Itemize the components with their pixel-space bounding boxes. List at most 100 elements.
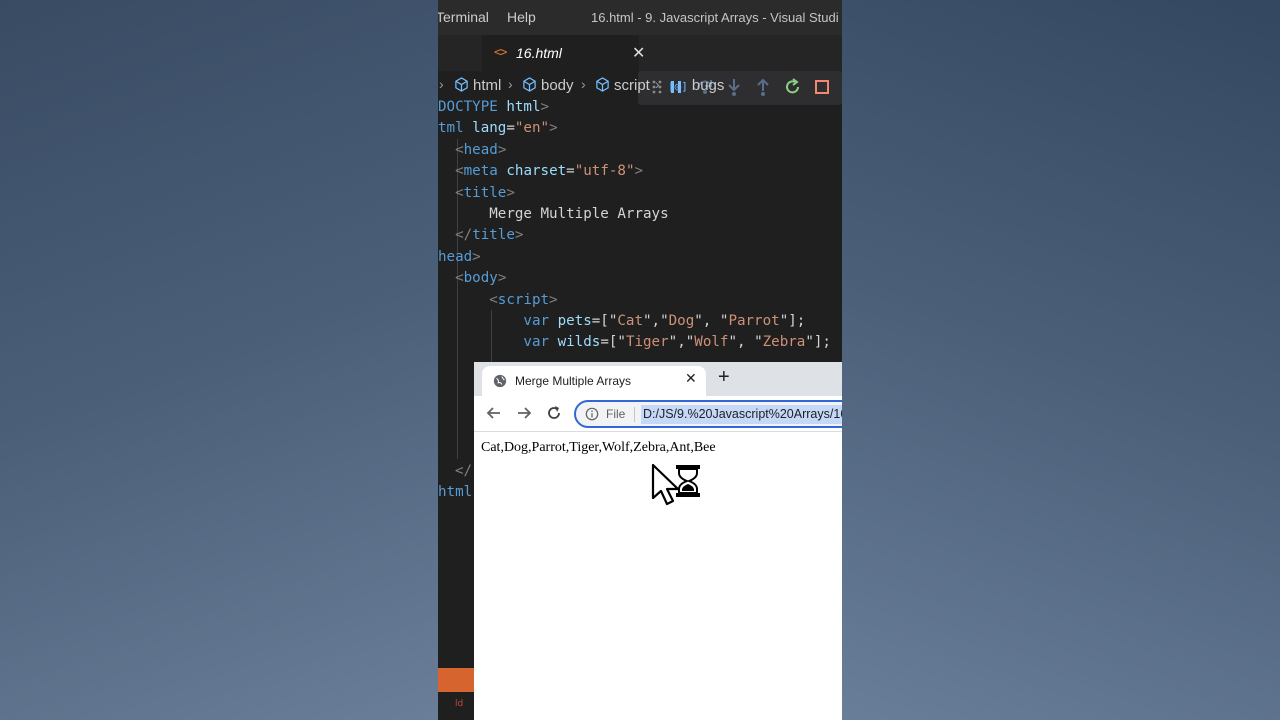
file-label: File [606,407,626,421]
code-token: Parrot [728,313,780,329]
code-token: Wolf [694,334,729,351]
code-token: "," [643,313,669,329]
back-icon[interactable] [485,404,503,422]
taskbar-strip: ld [438,692,474,720]
code-token: Cat [617,313,644,329]
code-token: > [497,270,507,287]
code-token: > [514,227,524,244]
code-token: < [455,163,464,180]
status-bar-remote[interactable] [438,668,474,692]
code-token: lang [472,120,507,137]
busy-cursor-icon [651,463,700,506]
breadcrumb-label: html [473,77,502,94]
code-token: html [438,484,473,500]
variable-icon: [◎] [668,80,688,93]
code-token: < [455,270,464,287]
code-token: < [455,184,464,201]
app-icon: ld [455,699,464,709]
code-token: > [634,163,644,180]
code-line: <meta charset="utf-8"> [438,161,643,182]
address-bar[interactable]: File D:/JS/9.%20Javascript%20Arrays/16 [574,400,842,428]
element-icon [596,77,609,92]
editor-tab-label: 16.html [516,45,562,61]
reload-icon[interactable] [545,404,563,422]
browser-tab[interactable]: Merge Multiple Arrays ✕ [482,366,706,396]
code-token: script [497,291,550,308]
forward-icon[interactable] [515,404,533,422]
code-token: charset [506,163,567,180]
window-title: 16.html - 9. Javascript Arrays - Visual … [591,10,839,25]
breadcrumb: › html › body › script › [◎] bugs [438,72,842,100]
url-text[interactable]: D:/JS/9.%20Javascript%20Arrays/16 [641,405,842,424]
info-icon[interactable] [585,407,599,421]
code-token: var [523,313,558,329]
menu-bar: Terminal Help 16.html - 9. Javascript Ar… [438,0,842,35]
close-icon[interactable]: ✕ [685,371,697,387]
code-line: var wilds=["Tiger","Wolf", "Zebra"]; [438,332,831,353]
code-token: "," [668,334,695,351]
editor-tab-16-html[interactable]: <> 16.html ✕ [482,35,645,71]
page-output-text: Cat,Dog,Parrot,Tiger,Wolf,Zebra,Ant,Bee [481,440,716,455]
code-token: var [523,334,558,351]
browser-tab-title: Merge Multiple Arrays [515,374,632,388]
code-token: Tiger [625,334,669,351]
code-token: Dog [668,313,695,329]
code-token: </ [455,227,473,244]
code-token: head [463,141,498,158]
code-token: > [506,184,515,201]
code-token: DOCTYPE [438,99,507,115]
new-tab-button[interactable]: + [718,366,730,389]
omnibox-divider [634,407,635,422]
code-token: > [540,99,550,115]
browser-page: Cat,Dog,Parrot,Tiger,Wolf,Zebra,Ant,Bee [474,432,842,720]
code-token: html [506,99,541,115]
code-token: pets [557,313,592,329]
code-token: =[" [600,334,626,351]
code-token: < [455,141,464,158]
code-token: ", " [728,334,763,351]
code-token: > [472,248,481,265]
code-token: "en" [514,120,550,137]
code-line: head> [438,247,481,268]
code-token: meta [463,163,507,180]
breadcrumb-label: bugs [691,77,725,94]
element-icon [523,77,536,92]
code-line: </title> [438,225,523,246]
element-icon [455,77,468,92]
breadcrumb-label: script [614,77,650,94]
menu-item-terminal[interactable]: Terminal [438,9,489,25]
background-right [842,0,1280,720]
breadcrumb-script[interactable]: script [595,77,650,94]
chevron-right-icon: › [581,76,586,92]
code-token: < [489,291,498,308]
code-token: wilds [557,334,601,351]
code-token: title [463,184,507,201]
browser-tab-strip: Merge Multiple Arrays ✕ + [474,362,842,396]
code-line: DOCTYPE html> [438,97,549,118]
code-token: > [549,291,558,308]
breadcrumb-bugs[interactable]: [◎] bugs [668,77,724,94]
close-icon[interactable]: ✕ [632,43,645,62]
code-line: Merge Multiple Arrays [438,204,669,225]
code-line: html [438,482,472,503]
breadcrumb-body[interactable]: body [522,77,574,94]
code-line: tml lang="en"> [438,118,558,139]
code-token: "]; [779,313,806,329]
browser-window: Merge Multiple Arrays ✕ + File D:/JS/9.%… [474,362,842,720]
code-line: </ [438,461,472,482]
html-file-icon: <> [494,45,507,59]
code-token: body [463,270,498,287]
code-token: Merge Multiple Arrays [438,206,669,222]
code-token: "utf-8" [574,163,635,180]
breadcrumb-html[interactable]: html [454,77,501,94]
menu-item-help[interactable]: Help [507,9,536,25]
code-token: > [497,141,507,158]
code-token: title [472,227,515,244]
